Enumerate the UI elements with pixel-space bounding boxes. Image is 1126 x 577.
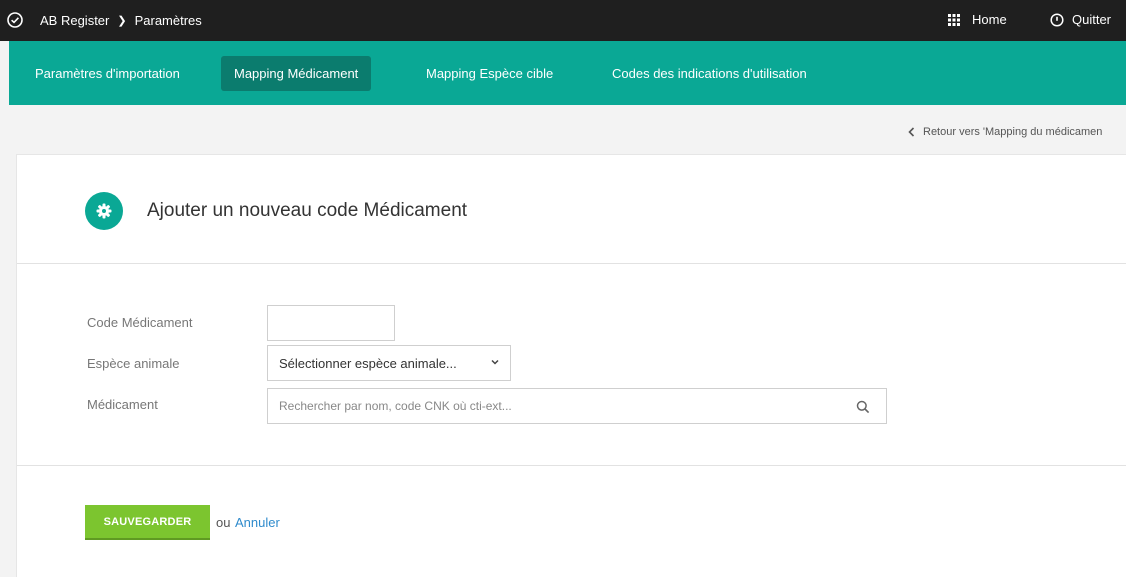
quit-label: Quitter bbox=[1072, 12, 1112, 27]
page-title: Ajouter un nouveau code Médicament bbox=[147, 200, 468, 221]
settings-nav: Paramètres d'importation Mapping Médicam… bbox=[9, 41, 1126, 105]
breadcrumb-section[interactable]: Paramètres bbox=[135, 13, 202, 28]
code-input[interactable] bbox=[267, 305, 395, 341]
species-select[interactable]: Sélectionner espèce animale... bbox=[267, 345, 511, 381]
breadcrumb: AB Register ❯ Paramètres bbox=[40, 13, 202, 28]
divider bbox=[17, 465, 1126, 466]
back-link-label: Retour vers 'Mapping du médicamen bbox=[923, 126, 1103, 138]
tab-import-settings[interactable]: Paramètres d'importation bbox=[35, 56, 180, 91]
chevron-down-icon bbox=[491, 359, 499, 365]
quit-link[interactable]: Quitter bbox=[1050, 12, 1111, 27]
code-label: Code Médicament bbox=[87, 315, 193, 330]
drug-search-input[interactable]: Rechercher par nom, code CNK où cti-ext.… bbox=[267, 388, 887, 424]
tab-drug-mapping[interactable]: Mapping Médicament bbox=[221, 56, 372, 91]
power-icon bbox=[1050, 12, 1064, 27]
gear-icon bbox=[85, 192, 123, 230]
home-label: Home bbox=[972, 12, 1007, 27]
grid-icon bbox=[948, 13, 960, 26]
divider bbox=[17, 263, 1126, 264]
check-circle-icon[interactable] bbox=[7, 12, 23, 28]
top-bar: AB Register ❯ Paramètres Home Quitter bbox=[0, 0, 1126, 41]
or-text: ou bbox=[216, 515, 231, 530]
species-label: Espèce animale bbox=[87, 356, 180, 371]
chevron-left-icon bbox=[908, 127, 915, 137]
cancel-link[interactable]: Annuler bbox=[235, 515, 280, 530]
chevron-right-icon: ❯ bbox=[117, 15, 127, 27]
drug-search-placeholder: Rechercher par nom, code CNK où cti-ext.… bbox=[279, 399, 512, 413]
back-link[interactable]: Retour vers 'Mapping du médicamen bbox=[908, 126, 1102, 138]
search-icon[interactable] bbox=[856, 400, 870, 414]
tab-species-mapping[interactable]: Mapping Espèce cible bbox=[426, 56, 553, 91]
save-button[interactable]: SAUVEGARDER bbox=[85, 505, 210, 540]
species-selected-value: Sélectionner espèce animale... bbox=[279, 355, 457, 371]
tab-indication-codes[interactable]: Codes des indications d'utilisation bbox=[612, 56, 807, 91]
form-card: Ajouter un nouveau code Médicament Code … bbox=[16, 154, 1126, 577]
home-link[interactable]: Home bbox=[948, 12, 1007, 27]
breadcrumb-app[interactable]: AB Register bbox=[40, 13, 109, 28]
drug-label: Médicament bbox=[87, 397, 158, 412]
